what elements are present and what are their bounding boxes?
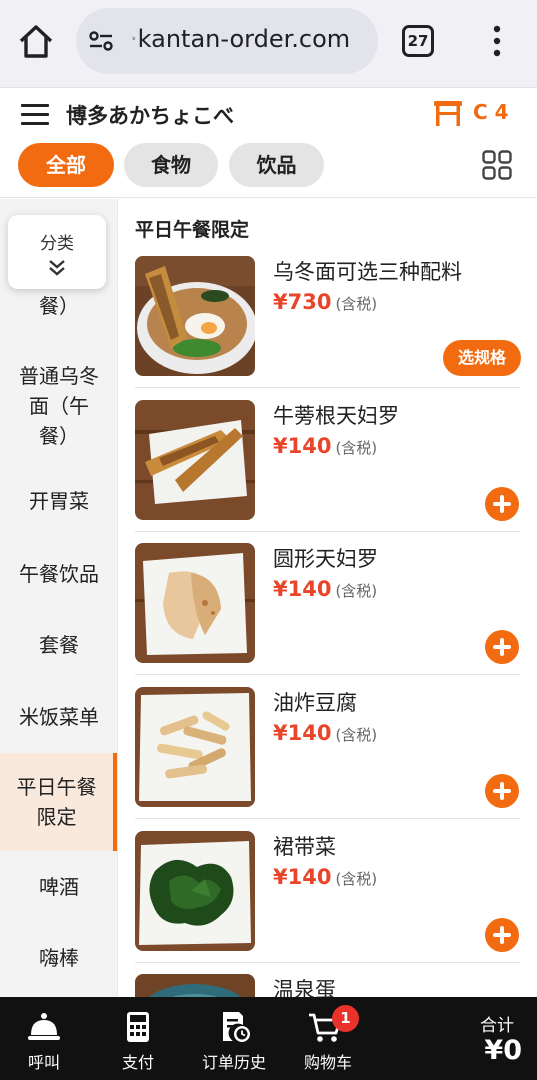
menu-item-name: 牛蒡根天妇罗 [273, 404, 399, 428]
menu-item-tax-note: (含税) [335, 439, 378, 457]
sidebar-item-label: 套餐 [39, 633, 79, 657]
menu-item[interactable]: 牛蒡根天妇罗 ¥140 (含税) [118, 388, 537, 532]
total-label: 合计 [480, 1016, 514, 1036]
menu-item-price-line: ¥730 (含税) [273, 290, 377, 314]
sidebar-item-label: 嗨棒 [39, 946, 79, 970]
food-photo-round-tempura [135, 543, 255, 663]
sidebar-item-lunch-drinks[interactable]: 午餐饮品 [0, 559, 117, 589]
url-text: ·kantan-order.com [130, 25, 351, 53]
browser-toolbar: ·kantan-order.com 27 [0, 0, 537, 88]
menu-item-price-line: ¥140 (含税) [273, 577, 377, 601]
add-to-cart-button[interactable] [485, 630, 519, 664]
menu-item[interactable]: 温泉蛋 [118, 962, 537, 997]
sidebar-item-label: 餐） [39, 424, 79, 448]
sidebar-item-label: 米饭菜单 [19, 705, 99, 729]
sidebar-item-label: 平日午餐 [16, 775, 97, 799]
store-header: 博多あかちょこべ C 4 [0, 88, 537, 138]
sidebar-item-label: 面（午 [29, 394, 89, 418]
nav-label: 支付 [121, 1053, 154, 1072]
sidebar-item-label: 限定 [36, 805, 77, 829]
sidebar-item-highball[interactable]: 嗨棒 [0, 943, 117, 973]
menu-item-price-line: ¥140 (含税) [273, 434, 377, 458]
nav-cart[interactable]: 1 购物车 [284, 997, 372, 1080]
nav-pay[interactable]: 支付 [94, 997, 182, 1080]
grid-view-icon[interactable] [482, 150, 512, 180]
nav-label: 呼叫 [27, 1053, 60, 1072]
store-name: 博多あかちょこべ [66, 104, 234, 128]
total-amount: ¥0 [484, 1035, 522, 1066]
section-title: 平日午餐限定 [135, 219, 250, 241]
menu-item-name: 裙带菜 [273, 835, 336, 859]
menu-item-tax-note: (含税) [335, 870, 378, 888]
menu-item-price-line: ¥140 (含税) [273, 721, 377, 745]
nav-order-history[interactable]: 订单历史 [186, 997, 282, 1080]
choose-options-button[interactable]: 选规格 [443, 340, 521, 376]
menu-item-name: 温泉蛋 [273, 978, 336, 997]
sidebar-item-rice-menu[interactable]: 米饭菜单 [0, 702, 117, 732]
tab-switcher-button[interactable]: 27 [402, 25, 434, 57]
add-to-cart-button[interactable] [485, 487, 519, 521]
food-photo-wakame [135, 831, 255, 951]
service-bell-icon [28, 1013, 60, 1040]
add-to-cart-button[interactable] [485, 918, 519, 952]
category-filter-bar: 全部 食物 饮品 [0, 138, 537, 198]
menu-item-name: 油炸豆腐 [273, 691, 357, 715]
food-photo-burdock-tempura [135, 400, 255, 520]
menu-item-price: ¥140 [273, 865, 332, 889]
sidebar-item-appetizers[interactable]: 开胃菜 [0, 486, 117, 516]
table-number: C 4 [473, 100, 509, 124]
order-history-icon [223, 1012, 250, 1042]
menu-item[interactable]: 裙带菜 ¥140 (含税) [118, 819, 537, 963]
menu-item-price-line: ¥140 (含税) [273, 865, 377, 889]
category-dropdown-label: 分类 [40, 234, 74, 254]
hamburger-menu-icon[interactable] [20, 102, 50, 126]
filter-all-chip[interactable]: 全部 [18, 143, 114, 187]
sidebar-item-weekday-lunch[interactable]: 平日午餐 限定 [0, 753, 117, 851]
sidebar-item-label: 啤酒 [39, 875, 79, 899]
menu-item[interactable]: 油炸豆腐 ¥140 (含税) [118, 675, 537, 819]
filter-food-chip[interactable]: 食物 [124, 143, 218, 187]
sidebar-item-beer[interactable]: 啤酒 [0, 872, 117, 902]
category-dropdown-button[interactable]: 分类 [8, 215, 106, 289]
menu-list: 平日午餐限定 乌冬面可选三种配料 ¥730 (含税) 选规格 牛蒡根天妇罗 ¥1… [118, 199, 537, 997]
sidebar-item-label: 开胃菜 [29, 489, 89, 513]
menu-item-tax-note: (含税) [335, 295, 378, 313]
menu-item[interactable]: 乌冬面可选三种配料 ¥730 (含税) 选规格 [118, 244, 537, 388]
food-photo-fried-tofu [135, 687, 255, 807]
sidebar-item-label: 餐） [39, 294, 79, 318]
nav-label: 订单历史 [201, 1053, 266, 1072]
address-bar[interactable]: ·kantan-order.com [76, 8, 378, 74]
food-photo-onsen-egg [135, 974, 255, 997]
sidebar-item-udon[interactable]: 普通乌冬 面（午 餐） [0, 361, 117, 451]
url-domain: kantan-order.com [137, 25, 351, 53]
sidebar-item-label: 普通乌冬 [19, 364, 99, 388]
menu-item-name: 乌冬面可选三种配料 [273, 260, 462, 284]
menu-item-price: ¥140 [273, 721, 332, 745]
nav-label: 购物车 [303, 1053, 352, 1072]
food-photo-udon [135, 256, 255, 376]
category-sidebar: 餐） 普通乌冬 面（午 餐） 开胃菜 午餐饮品 套餐 米饭菜单 平日午餐 限定 … [0, 199, 118, 997]
more-options-icon[interactable] [486, 24, 508, 58]
add-to-cart-button[interactable] [485, 774, 519, 808]
calculator-icon [127, 1012, 149, 1042]
menu-item-price: ¥730 [273, 290, 332, 314]
site-settings-icon[interactable] [88, 28, 114, 54]
menu-item-tax-note: (含税) [335, 726, 378, 744]
menu-item-tax-note: (含税) [335, 582, 378, 600]
sidebar-item-set-meals[interactable]: 套餐 [0, 630, 117, 660]
menu-item-name: 圆形天妇罗 [273, 547, 378, 571]
bottom-nav-bar: 呼叫 支付 订单历史 1 购物车 合计 ¥0 [0, 997, 537, 1080]
filter-drinks-chip[interactable]: 饮品 [229, 143, 324, 187]
sidebar-item-partial[interactable]: 餐） [0, 291, 117, 321]
double-chevron-down-icon [49, 260, 65, 276]
nav-call-staff[interactable]: 呼叫 [0, 997, 88, 1080]
sidebar-item-label: 午餐饮品 [19, 562, 99, 586]
home-icon[interactable] [16, 22, 56, 62]
menu-item-price: ¥140 [273, 434, 332, 458]
table-icon [434, 101, 462, 126]
menu-item-price: ¥140 [273, 577, 332, 601]
cart-count-badge: 1 [332, 1005, 359, 1032]
menu-item[interactable]: 圆形天妇罗 ¥140 (含税) [118, 531, 537, 675]
